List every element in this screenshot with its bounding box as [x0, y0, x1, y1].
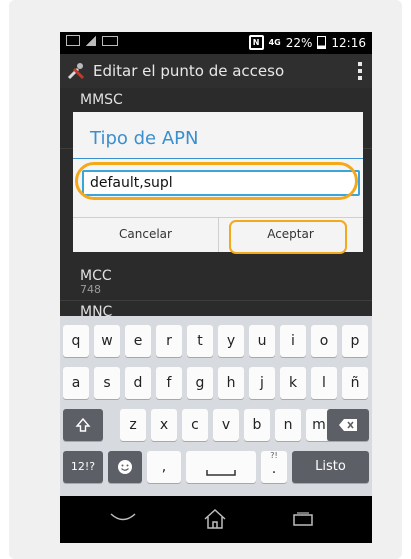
screenshot-frame: N 4G 22% 12:16 Editar el punto de acceso… [9, 0, 402, 559]
key[interactable]: j [249, 367, 275, 399]
key[interactable]: n [275, 409, 301, 441]
back-icon[interactable] [110, 512, 136, 524]
backspace-icon [339, 419, 357, 431]
period-key[interactable]: ?! . [261, 451, 287, 483]
recents-icon[interactable] [292, 512, 314, 526]
key[interactable]: i [280, 325, 306, 357]
shift-key[interactable] [63, 409, 103, 441]
keyboard-notification-icon [102, 35, 118, 46]
overflow-menu-icon[interactable] [358, 62, 362, 80]
key[interactable]: g [187, 367, 213, 399]
tools-icon[interactable] [66, 61, 86, 81]
status-bar: N 4G 22% 12:16 [60, 32, 372, 54]
setting-mcc-value: 748 [80, 283, 101, 296]
emoji-key[interactable] [108, 451, 142, 483]
key[interactable]: x [151, 409, 177, 441]
period-key-hint: ?! [270, 451, 278, 460]
comma-key[interactable]: , [147, 451, 181, 483]
home-icon[interactable] [203, 508, 227, 530]
key[interactable]: a [63, 367, 89, 399]
setting-mmsc-title[interactable]: MMSC [80, 92, 123, 108]
key[interactable]: e [125, 325, 151, 357]
key[interactable]: y [218, 325, 244, 357]
shift-icon [75, 417, 91, 432]
symbols-key[interactable]: 12!? [63, 451, 103, 483]
key[interactable]: c [182, 409, 208, 441]
key[interactable]: ñ [342, 367, 368, 399]
done-key[interactable]: Listo [292, 451, 369, 483]
action-bar: Editar el punto de acceso [60, 54, 372, 88]
key[interactable]: k [280, 367, 306, 399]
key[interactable]: d [125, 367, 151, 399]
dialog-title: Tipo de APN [90, 128, 199, 149]
key[interactable]: r [156, 325, 182, 357]
key[interactable]: o [311, 325, 337, 357]
image-notification-icon [66, 35, 80, 46]
soft-keyboard: q w e r t y u i o p a s d f g h j k l ñ [60, 316, 372, 496]
signal-unknown-icon [86, 35, 96, 46]
key[interactable]: v [213, 409, 239, 441]
backspace-key[interactable] [327, 409, 369, 441]
navigation-bar [60, 496, 372, 543]
battery-percent: 22% [285, 35, 313, 50]
key[interactable]: t [187, 325, 213, 357]
space-key[interactable] [186, 451, 256, 483]
nfc-icon: N [248, 35, 264, 50]
setting-mcc-title[interactable]: MCC [80, 268, 112, 284]
space-icon [206, 470, 236, 476]
battery-icon [317, 36, 327, 49]
emoji-icon [118, 460, 132, 474]
key[interactable]: z [120, 409, 146, 441]
apn-type-dialog: Tipo de APN default,supl Cancelar Acepta… [73, 112, 363, 254]
key[interactable]: f [156, 367, 182, 399]
page-title: Editar el punto de acceso [93, 62, 285, 80]
list-divider [60, 300, 372, 301]
cancel-button[interactable]: Cancelar [73, 217, 218, 252]
network-type-icon: 4G [268, 38, 281, 47]
key[interactable]: l [311, 367, 337, 399]
clock: 12:16 [331, 35, 366, 50]
period-key-label: . [271, 461, 277, 477]
key[interactable]: s [94, 367, 120, 399]
key[interactable]: b [244, 409, 270, 441]
accept-highlight-outline [229, 220, 347, 254]
key[interactable]: u [249, 325, 275, 357]
key[interactable]: p [342, 325, 368, 357]
key[interactable]: h [218, 367, 244, 399]
key[interactable]: w [94, 325, 120, 357]
phone-screen: N 4G 22% 12:16 Editar el punto de acceso… [60, 32, 372, 543]
dialog-title-divider [73, 158, 363, 159]
input-highlight-outline [75, 162, 358, 200]
key[interactable]: q [63, 325, 89, 357]
